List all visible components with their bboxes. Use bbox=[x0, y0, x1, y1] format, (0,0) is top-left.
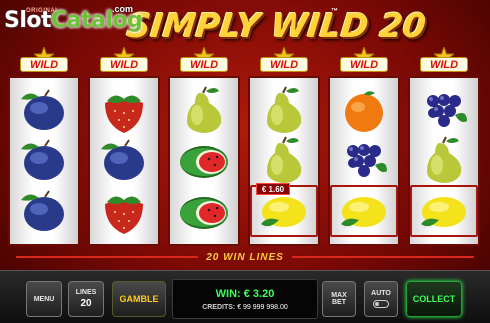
wild-badge: WILD bbox=[328, 47, 400, 76]
game-stage: Slot Catalog .com ORIGINAL SIMPLY WILD 20… bbox=[0, 0, 490, 323]
strawberry-icon bbox=[94, 186, 154, 236]
reel-4: WILD bbox=[248, 47, 320, 246]
win-lines-rule-right bbox=[291, 256, 475, 258]
pear-icon bbox=[254, 135, 314, 185]
collect-button[interactable]: COLLECT bbox=[406, 281, 462, 317]
win-lines-label: 20 WIN LINES bbox=[206, 251, 284, 263]
wild-badge: WILD bbox=[408, 47, 480, 76]
gamble-button-label: GAMBLE bbox=[119, 294, 159, 304]
watermark-part1: Slot bbox=[4, 8, 52, 33]
reel-2: WILD bbox=[88, 47, 160, 246]
lines-label: LINES bbox=[75, 289, 97, 296]
credits-value: € 99 999 998.00 bbox=[237, 304, 288, 311]
winning-cell-highlight bbox=[330, 185, 398, 237]
line-win-tag: € 1.60 bbox=[256, 183, 290, 195]
plum-icon bbox=[94, 135, 154, 185]
collect-button-label: COLLECT bbox=[412, 294, 456, 304]
wild-label: WILD bbox=[420, 57, 468, 72]
reel-area: WILD WILD WILD WILD WILD WILD bbox=[8, 47, 482, 246]
watermelon-icon bbox=[174, 135, 234, 185]
pear-icon bbox=[414, 135, 474, 185]
menu-button-label: MENU bbox=[33, 295, 55, 303]
win-lines-rule-left bbox=[16, 256, 199, 258]
plum-icon bbox=[14, 85, 74, 135]
control-panel: MENU LINES 20 GAMBLE WIN: € 3.20 CREDITS… bbox=[0, 270, 490, 323]
wild-label: WILD bbox=[20, 57, 68, 72]
gamble-button[interactable]: GAMBLE bbox=[112, 281, 166, 317]
reel-3: WILD bbox=[168, 47, 240, 246]
reel-1: WILD bbox=[8, 47, 80, 246]
grapes-icon bbox=[334, 135, 394, 185]
reel-5: WILD bbox=[328, 47, 400, 246]
wild-badge: WILD bbox=[168, 47, 240, 76]
max-bet-line1: MAX bbox=[331, 292, 347, 299]
credits-readout: CREDITS: € 99 999 998.00 bbox=[173, 304, 317, 311]
wild-label: WILD bbox=[100, 57, 148, 72]
reel-6: WILD bbox=[408, 47, 480, 246]
strawberry-icon bbox=[94, 85, 154, 135]
plum-icon bbox=[14, 135, 74, 185]
max-bet-button[interactable]: MAX BET bbox=[322, 281, 356, 317]
watermark-suffix: .com bbox=[112, 4, 134, 14]
auto-toggle-icon bbox=[373, 300, 389, 308]
wild-badge: WILD bbox=[248, 47, 320, 76]
max-bet-line2: BET bbox=[332, 299, 346, 306]
lines-button[interactable]: LINES 20 bbox=[68, 281, 104, 317]
win-amount: WIN: € 3.20 bbox=[215, 288, 275, 300]
auto-label: AUTO bbox=[371, 290, 391, 297]
wild-label: WILD bbox=[340, 57, 388, 72]
credits-label: CREDITS: bbox=[202, 304, 236, 311]
watermelon-icon bbox=[174, 186, 234, 236]
wild-badge: WILD bbox=[8, 47, 80, 76]
menu-button[interactable]: MENU bbox=[26, 281, 62, 317]
orange-icon bbox=[334, 85, 394, 135]
wild-label: WILD bbox=[260, 57, 308, 72]
wild-label: WILD bbox=[180, 57, 228, 72]
win-lines-bar: 20 WIN LINES bbox=[8, 249, 482, 265]
wild-badge: WILD bbox=[88, 47, 160, 76]
pear-icon bbox=[174, 85, 234, 135]
lines-value: 20 bbox=[80, 298, 92, 309]
grapes-icon bbox=[414, 85, 474, 135]
auto-button[interactable]: AUTO bbox=[364, 281, 398, 317]
win-credits-display: WIN: € 3.20 CREDITS: € 99 999 998.00 bbox=[172, 279, 318, 319]
pear-icon bbox=[254, 85, 314, 135]
winning-cell-highlight bbox=[410, 185, 478, 237]
plum-icon bbox=[14, 186, 74, 236]
